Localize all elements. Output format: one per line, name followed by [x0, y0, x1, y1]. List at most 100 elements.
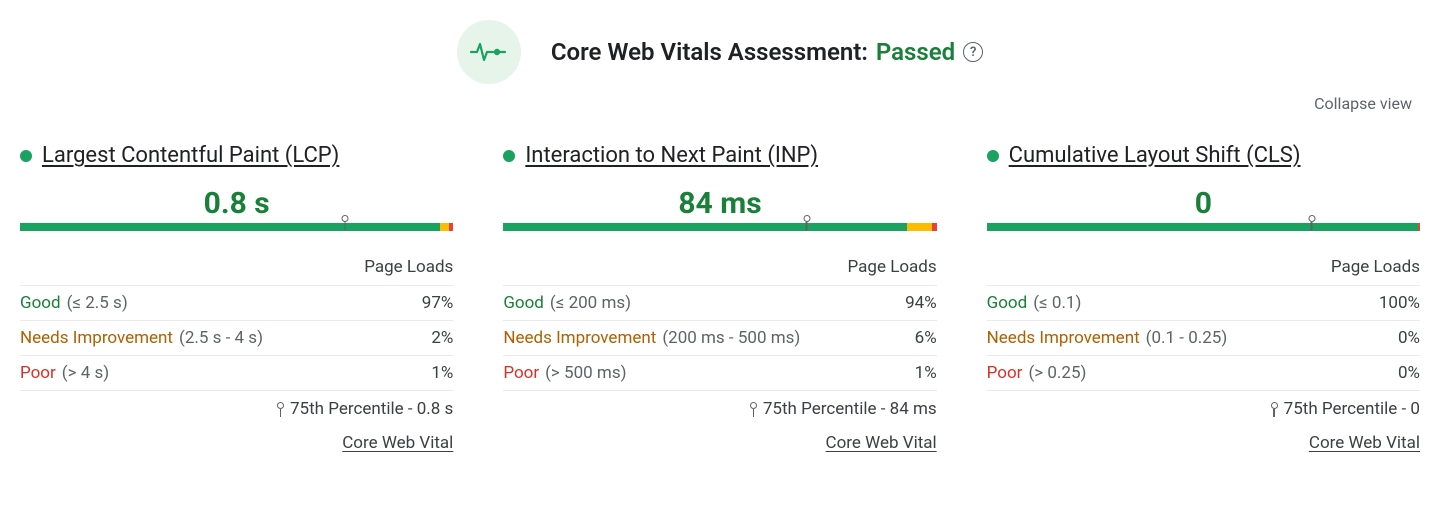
page-loads-label: Page Loads — [503, 257, 936, 277]
distribution-bar — [20, 223, 453, 237]
row-label-name: Needs Improvement — [987, 328, 1140, 348]
row-value: 0% — [1398, 363, 1420, 383]
percentile-marker — [803, 215, 810, 231]
row-label-name: Needs Improvement — [20, 328, 173, 348]
metric-card: Cumulative Layout Shift (CLS) 0 Page Loads… — [987, 143, 1420, 453]
metric-title-row: Largest Contentful Paint (LCP) — [20, 143, 453, 168]
row-label-threshold: (≤ 200 ms) — [550, 293, 631, 313]
bar-segment-good — [20, 223, 440, 231]
percentile-marker — [341, 215, 348, 231]
pin-icon — [1271, 402, 1278, 417]
row-label-name: Needs Improvement — [503, 328, 656, 348]
row-label-threshold: (0.1 - 0.25) — [1146, 328, 1228, 348]
metric-card: Largest Contentful Paint (LCP) 0.8 s Page … — [20, 143, 453, 453]
page-loads-label: Page Loads — [987, 257, 1420, 277]
metric-card: Interaction to Next Paint (INP) 84 ms Page… — [503, 143, 936, 453]
metrics-cards: Largest Contentful Paint (LCP) 0.8 s Page … — [10, 143, 1430, 453]
metric-title-link[interactable]: Interaction to Next Paint (INP) — [525, 143, 818, 168]
vitals-icon — [457, 20, 521, 84]
bar-segment-poor — [1418, 223, 1420, 231]
percentile-text: 75th Percentile - 0 — [1284, 399, 1420, 419]
distribution-row: Good (≤ 2.5 s) 97% — [20, 285, 453, 320]
assessment-title: Core Web Vitals Assessment: Passed ? — [551, 38, 983, 66]
metric-value: 84 ms — [503, 186, 936, 221]
metric-value: 0 — [987, 186, 1420, 221]
core-web-vital-link[interactable]: Core Web Vital — [1309, 433, 1420, 453]
page-loads-label: Page Loads — [20, 257, 453, 277]
distribution-bar — [503, 223, 936, 237]
row-value: 6% — [915, 328, 937, 348]
collapse-view-link[interactable]: Collapse view — [1314, 94, 1412, 113]
distribution-row: Poor(> 0.25) 0% — [987, 355, 1420, 390]
row-label-name: Good — [503, 293, 544, 313]
distribution-row: Good (≤ 200 ms) 94% — [503, 285, 936, 320]
pin-icon — [750, 402, 757, 417]
row-label-name: Poor — [503, 363, 539, 383]
core-web-vital-link[interactable]: Core Web Vital — [826, 433, 937, 453]
percentile-text: 75th Percentile - 84 ms — [763, 399, 937, 419]
bar-segment-good — [503, 223, 906, 231]
metric-title-link[interactable]: Largest Contentful Paint (LCP) — [42, 143, 339, 168]
row-value: 100% — [1379, 293, 1420, 313]
distribution-bar — [987, 223, 1420, 237]
distribution-row-label: Good (≤ 2.5 s) — [20, 293, 128, 313]
cwv-link-row: Core Web Vital — [987, 433, 1420, 453]
row-label-name: Good — [987, 293, 1028, 313]
distribution-row-label: Poor (> 500 ms) — [503, 363, 626, 383]
row-label-threshold: (> 0.25) — [1028, 363, 1086, 383]
row-label-threshold: (≤ 2.5 s) — [67, 293, 128, 313]
bar-segment-good — [987, 223, 1419, 231]
row-label-name: Poor — [987, 363, 1023, 383]
metric-title-row: Interaction to Next Paint (INP) — [503, 143, 936, 168]
distribution-row-label: Poor (> 4 s) — [20, 363, 109, 383]
cwv-link-row: Core Web Vital — [20, 433, 453, 453]
row-label-threshold: (> 500 ms) — [545, 363, 626, 383]
status-dot — [987, 150, 999, 162]
row-value: 97% — [422, 293, 454, 313]
row-value: 0% — [1398, 328, 1420, 348]
core-web-vital-link[interactable]: Core Web Vital — [342, 433, 453, 453]
bar-segment-ni — [440, 223, 449, 231]
title-status: Passed — [876, 38, 955, 66]
distribution-row: Poor (> 500 ms) 1% — [503, 355, 936, 390]
percentile-marker — [1308, 215, 1315, 231]
distribution-row-label: Needs Improvement (2.5 s - 4 s) — [20, 328, 263, 348]
row-value: 1% — [915, 363, 937, 383]
distribution-row: Poor (> 4 s) 1% — [20, 355, 453, 390]
distribution-row: Needs Improvement (0.1 - 0.25) 0% — [987, 320, 1420, 355]
percentile-text: 75th Percentile - 0.8 s — [290, 399, 453, 419]
row-label-threshold: (200 ms - 500 ms) — [662, 328, 800, 348]
row-value: 94% — [905, 293, 937, 313]
percentile-row: 75th Percentile - 0.8 s — [20, 390, 453, 423]
help-icon[interactable]: ? — [963, 42, 983, 62]
bar-segment-poor — [932, 223, 936, 231]
collapse-row: Collapse view — [10, 94, 1430, 113]
pin-icon — [277, 402, 284, 417]
distribution-row-label: Needs Improvement (0.1 - 0.25) — [987, 328, 1228, 348]
row-label-threshold: (> 4 s) — [62, 363, 109, 383]
distribution-row-label: Needs Improvement (200 ms - 500 ms) — [503, 328, 800, 348]
bar-segment-ni — [907, 223, 933, 231]
status-dot — [503, 150, 515, 162]
status-dot — [20, 150, 32, 162]
percentile-row: 75th Percentile - 84 ms — [503, 390, 936, 423]
metric-title-link[interactable]: Cumulative Layout Shift (CLS) — [1009, 143, 1301, 168]
row-label-threshold: (≤ 0.1) — [1033, 293, 1081, 313]
percentile-row: 75th Percentile - 0 — [987, 390, 1420, 423]
row-label-name: Good — [20, 293, 61, 313]
row-value: 1% — [431, 363, 453, 383]
distribution-row: Needs Improvement (2.5 s - 4 s) 2% — [20, 320, 453, 355]
distribution-row-label: Good(≤ 0.1) — [987, 293, 1082, 313]
metric-title-row: Cumulative Layout Shift (CLS) — [987, 143, 1420, 168]
assessment-header: Core Web Vitals Assessment: Passed ? — [10, 20, 1430, 84]
bar-segment-poor — [449, 223, 453, 231]
row-value: 2% — [431, 328, 453, 348]
distribution-row-label: Poor(> 0.25) — [987, 363, 1087, 383]
distribution-row: Good(≤ 0.1) 100% — [987, 285, 1420, 320]
title-prefix: Core Web Vitals Assessment: — [551, 38, 868, 66]
metric-value: 0.8 s — [20, 186, 453, 221]
distribution-row: Needs Improvement (200 ms - 500 ms) 6% — [503, 320, 936, 355]
cwv-link-row: Core Web Vital — [503, 433, 936, 453]
row-label-threshold: (2.5 s - 4 s) — [179, 328, 263, 348]
row-label-name: Poor — [20, 363, 56, 383]
